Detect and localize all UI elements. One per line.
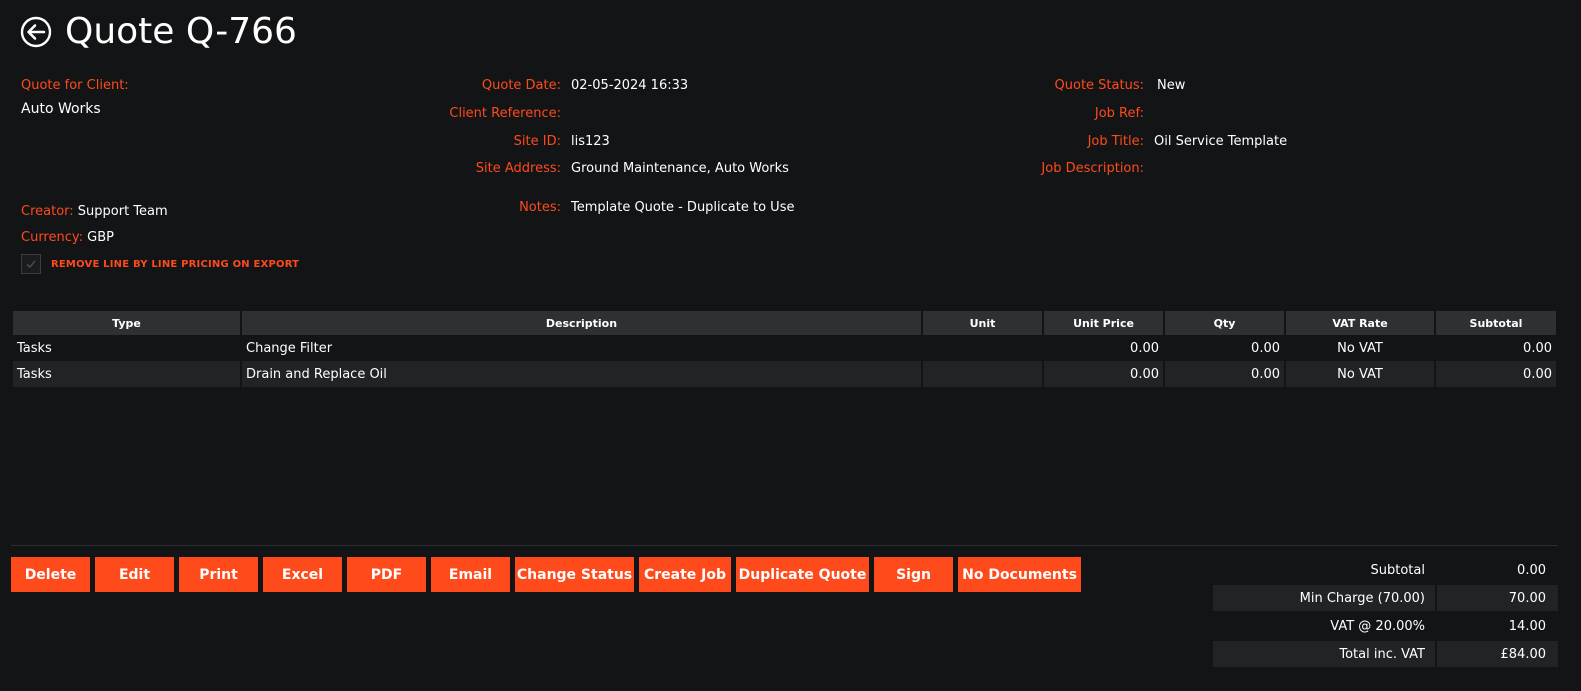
cell-vat-rate: No VAT [1286, 361, 1434, 387]
site-address-value: Ground Maintenance, Auto Works [571, 161, 789, 176]
job-title-value: Oil Service Template [1154, 134, 1288, 149]
totals-row-min-charge: Min Charge (70.00) 70.00 [1213, 585, 1558, 611]
cell-subtotal: 0.00 [1436, 335, 1556, 361]
site-address-label: Site Address: [475, 161, 561, 176]
cell-unit-price: 0.00 [1044, 361, 1163, 387]
header-description[interactable]: Description [242, 311, 921, 335]
cell-description: Change Filter [242, 335, 921, 361]
min-charge-label: Min Charge (70.00) [1213, 585, 1435, 611]
subtotal-value: 0.00 [1517, 562, 1546, 578]
header-vat-rate[interactable]: VAT Rate [1286, 311, 1434, 335]
print-button[interactable]: Print [179, 557, 258, 592]
edit-button[interactable]: Edit [95, 557, 174, 592]
quote-date-label: Quote Date: [481, 78, 561, 93]
cell-unit [923, 361, 1042, 387]
cell-unit [923, 335, 1042, 361]
subtotal-label: Subtotal [1370, 562, 1425, 578]
vat-label: VAT @ 20.00% [1330, 618, 1425, 634]
action-toolbar: Delete Edit Print Excel PDF Email Change… [11, 557, 1086, 592]
change-status-button[interactable]: Change Status [515, 557, 634, 592]
excel-button[interactable]: Excel [263, 557, 342, 592]
sign-button[interactable]: Sign [874, 557, 953, 592]
job-ref-label: Job Ref: [1094, 106, 1144, 121]
no-documents-button[interactable]: No Documents [958, 557, 1081, 592]
job-description-label: Job Description: [1041, 161, 1144, 176]
table-row[interactable]: Tasks Change Filter 0.00 0.00 No VAT 0.0… [13, 335, 1556, 361]
remove-pricing-label: REMOVE LINE BY LINE PRICING ON EXPORT [51, 258, 300, 270]
creator-row: Creator: Support Team [21, 204, 168, 219]
checkmark-icon [26, 260, 36, 269]
total-label: Total inc. VAT [1213, 641, 1435, 667]
page-title: Quote Q-766 [65, 11, 297, 52]
title-row: Quote Q-766 [20, 12, 297, 52]
notes-label: Notes: [519, 200, 561, 215]
cell-description: Drain and Replace Oil [242, 361, 921, 387]
footer-divider [11, 545, 1558, 546]
site-id-value: lis123 [571, 134, 610, 149]
delete-button[interactable]: Delete [11, 557, 90, 592]
cell-type: Tasks [13, 335, 240, 361]
currency-row: Currency: GBP [21, 230, 114, 245]
header-qty[interactable]: Qty [1165, 311, 1284, 335]
creator-value: Support Team [77, 204, 168, 219]
job-title-label: Job Title: [1087, 134, 1144, 149]
client-reference-label: Client Reference: [449, 106, 561, 121]
items-table: Type Description Unit Unit Price Qty VAT… [11, 311, 1558, 387]
cell-type: Tasks [13, 361, 240, 387]
creator-label: Creator: [21, 204, 74, 219]
totals-row-total: Total inc. VAT £84.00 [1213, 641, 1558, 667]
currency-value: GBP [87, 230, 114, 245]
quote-status-label: Quote Status: [1054, 78, 1144, 93]
table-row[interactable]: Tasks Drain and Replace Oil 0.00 0.00 No… [13, 361, 1556, 387]
header-unit[interactable]: Unit [923, 311, 1042, 335]
cell-vat-rate: No VAT [1286, 335, 1434, 361]
currency-label: Currency: [21, 230, 84, 245]
pdf-button[interactable]: PDF [347, 557, 426, 592]
quote-status-value: New [1157, 78, 1186, 93]
cell-qty: 0.00 [1165, 335, 1284, 361]
vat-value: 14.00 [1508, 618, 1546, 634]
site-id-label: Site ID: [513, 134, 561, 149]
cell-qty: 0.00 [1165, 361, 1284, 387]
notes-value: Template Quote - Duplicate to Use [571, 200, 795, 215]
totals-row-subtotal: Subtotal 0.00 [1213, 557, 1558, 583]
cell-unit-price: 0.00 [1044, 335, 1163, 361]
total-value: £84.00 [1437, 641, 1558, 667]
remove-pricing-checkbox[interactable] [21, 254, 41, 274]
cell-subtotal: 0.00 [1436, 361, 1556, 387]
client-label: Quote for Client: [21, 78, 129, 93]
quote-date-value: 02-05-2024 16:33 [571, 78, 689, 93]
table-header-row: Type Description Unit Unit Price Qty VAT… [13, 311, 1556, 335]
totals-row-vat: VAT @ 20.00% 14.00 [1213, 613, 1558, 639]
create-job-button[interactable]: Create Job [639, 557, 731, 592]
email-button[interactable]: Email [431, 557, 510, 592]
back-arrow-icon[interactable] [20, 16, 52, 48]
totals-panel: Subtotal 0.00 Min Charge (70.00) 70.00 V… [1213, 557, 1558, 669]
remove-pricing-row: REMOVE LINE BY LINE PRICING ON EXPORT [21, 254, 299, 274]
header-type[interactable]: Type [13, 311, 240, 335]
client-name: Auto Works [21, 101, 101, 117]
header-subtotal[interactable]: Subtotal [1436, 311, 1556, 335]
min-charge-value: 70.00 [1437, 585, 1558, 611]
duplicate-quote-button[interactable]: Duplicate Quote [736, 557, 869, 592]
header-unit-price[interactable]: Unit Price [1044, 311, 1163, 335]
